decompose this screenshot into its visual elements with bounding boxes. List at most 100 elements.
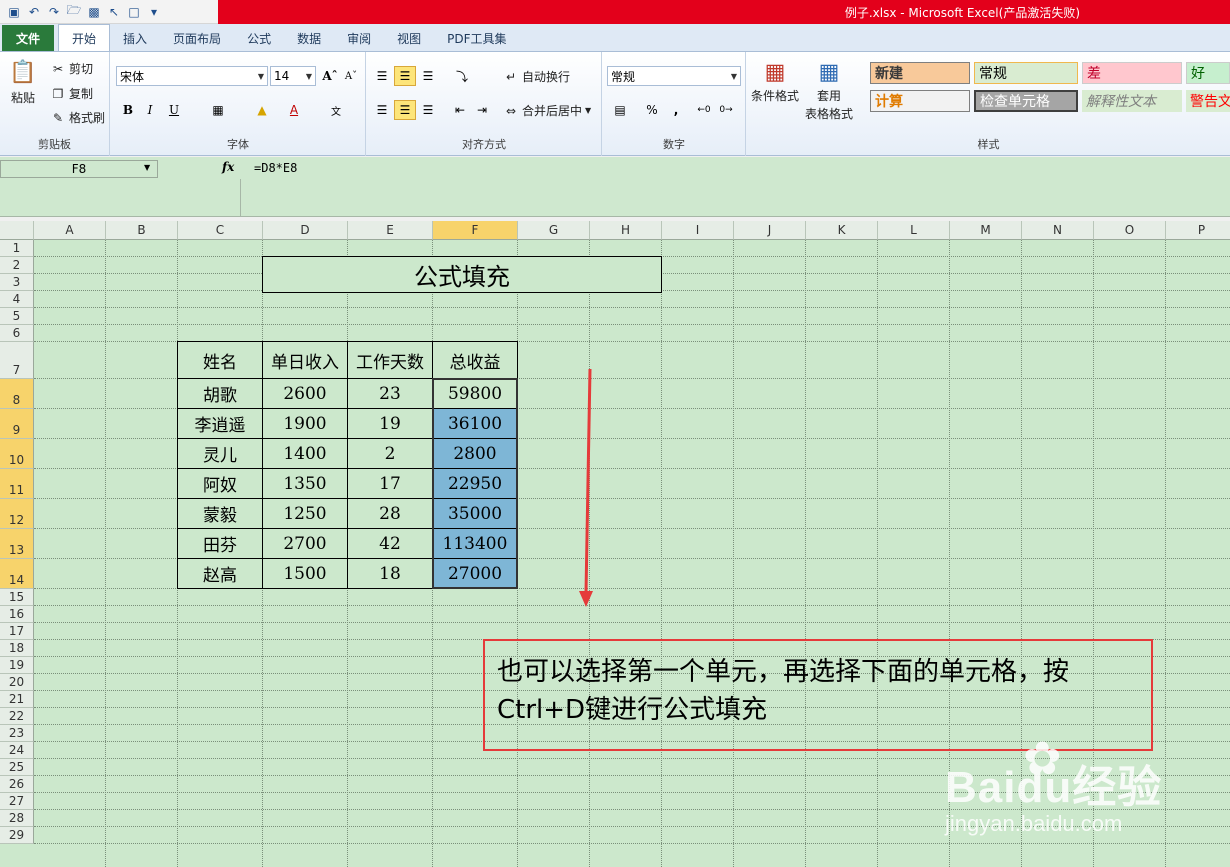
decrease-indent-icon[interactable]: ⇤ [449, 100, 471, 120]
column-header-p[interactable]: P [1166, 221, 1230, 240]
row-header-13[interactable]: 13 [0, 529, 34, 559]
tab-page-layout[interactable]: 页面布局 [160, 25, 234, 51]
table-cell[interactable]: 蒙毅 [177, 498, 263, 529]
fill-color-icon[interactable]: ▲ [251, 100, 273, 120]
decrease-decimal-icon[interactable]: 0→ [715, 100, 737, 120]
merge-center-button[interactable]: ⇔ 合并后居中 ▼ [503, 102, 591, 119]
table-cell[interactable]: 2700 [262, 528, 348, 559]
increase-font-icon[interactable]: Aˆ [319, 66, 341, 86]
table-cell[interactable]: 1400 [262, 438, 348, 469]
font-name-dropdown[interactable]: 宋体 ▼ [116, 66, 268, 86]
row-header-10[interactable]: 10 [0, 439, 34, 469]
style-new[interactable]: 新建 [870, 62, 970, 84]
column-header-h[interactable]: H [590, 221, 662, 240]
decrease-font-icon[interactable]: Aˇ [340, 66, 362, 86]
style-bad[interactable]: 差 [1082, 62, 1182, 84]
row-header-2[interactable]: 2 [0, 257, 34, 274]
table-header-cell[interactable]: 单日收入 [262, 341, 348, 379]
row-header-5[interactable]: 5 [0, 308, 34, 325]
row-header-29[interactable]: 29 [0, 827, 34, 844]
table-cell[interactable]: 胡歌 [177, 378, 263, 409]
align-center-icon[interactable]: ☰ [394, 100, 416, 120]
wrap-text-button[interactable]: ↵ 自动换行 [503, 68, 570, 85]
column-header-i[interactable]: I [662, 221, 734, 240]
cut-button[interactable]: ✂ 剪切 [50, 60, 93, 77]
row-header-24[interactable]: 24 [0, 742, 34, 759]
column-header-d[interactable]: D [263, 221, 348, 240]
table-cell[interactable]: 19 [347, 408, 433, 439]
number-format-dropdown[interactable]: 常规 ▼ [607, 66, 741, 86]
align-bottom-icon[interactable]: ☰ [417, 66, 439, 86]
row-header-7[interactable]: 7 [0, 342, 34, 379]
percent-button[interactable]: % [641, 100, 663, 120]
column-header-g[interactable]: G [518, 221, 590, 240]
row-header-8[interactable]: 8 [0, 379, 34, 409]
table-cell[interactable]: 李逍遥 [177, 408, 263, 439]
select-all-corner[interactable] [0, 221, 34, 240]
worksheet[interactable]: A B C D E F G H I J K L M N O P 1 2 3 4 5 6 7 8 9 10 11 12 13 14 15 16 1… [0, 221, 1230, 867]
comma-button[interactable]: , [665, 100, 687, 120]
chart-icon[interactable]: ▩ [86, 4, 102, 20]
table-cell[interactable]: 17 [347, 468, 433, 499]
title-merged-cell[interactable]: 公式填充 [262, 256, 662, 293]
tab-data[interactable]: 数据 [284, 25, 334, 51]
paste-button[interactable]: 📋 粘贴 [9, 58, 36, 106]
italic-button[interactable]: I [139, 100, 161, 120]
save-icon[interactable]: ▣ [6, 4, 22, 20]
orientation-icon[interactable]: ⤵ [451, 66, 473, 86]
column-header-m[interactable]: M [950, 221, 1022, 240]
column-header-n[interactable]: N [1022, 221, 1094, 240]
column-header-c[interactable]: C [178, 221, 263, 240]
phonetic-icon[interactable]: 文 [325, 100, 347, 120]
table-header-cell[interactable]: 工作天数 [347, 341, 433, 379]
insert-function-icon[interactable]: fx [222, 160, 234, 174]
row-header-25[interactable]: 25 [0, 759, 34, 776]
row-header-1[interactable]: 1 [0, 240, 34, 257]
table-cell[interactable]: 1500 [262, 558, 348, 589]
style-explanatory[interactable]: 解释性文本 [1082, 90, 1182, 112]
new-document-icon[interactable]: □ [126, 4, 142, 20]
table-cell[interactable]: 1350 [262, 468, 348, 499]
name-box[interactable]: F8 [0, 160, 158, 178]
table-cell[interactable]: 阿奴 [177, 468, 263, 499]
row-header-17[interactable]: 17 [0, 623, 34, 640]
table-cell[interactable]: 田芬 [177, 528, 263, 559]
row-header-20[interactable]: 20 [0, 674, 34, 691]
underline-button[interactable]: U [163, 100, 185, 120]
row-header-12[interactable]: 12 [0, 499, 34, 529]
column-header-a[interactable]: A [34, 221, 106, 240]
tab-file[interactable]: 文件 [2, 25, 55, 51]
tab-home[interactable]: 开始 [58, 24, 111, 51]
align-right-icon[interactable]: ☰ [417, 100, 439, 120]
tab-review[interactable]: 审阅 [334, 25, 384, 51]
align-middle-icon[interactable]: ☰ [394, 66, 416, 86]
increase-indent-icon[interactable]: ⇥ [471, 100, 493, 120]
column-header-j[interactable]: J [734, 221, 806, 240]
row-header-11[interactable]: 11 [0, 469, 34, 499]
bold-button[interactable]: B [117, 100, 139, 120]
font-size-dropdown[interactable]: 14 ▼ [270, 66, 316, 86]
table-cell[interactable]: 18 [347, 558, 433, 589]
tab-insert[interactable]: 插入 [110, 25, 160, 51]
style-normal[interactable]: 常规 [974, 62, 1078, 84]
conditional-format-button[interactable]: ▦ 条件格式 [751, 58, 799, 104]
increase-decimal-icon[interactable]: ←0 [693, 100, 715, 120]
column-header-o[interactable]: O [1094, 221, 1166, 240]
row-header-23[interactable]: 23 [0, 725, 34, 742]
row-header-27[interactable]: 27 [0, 793, 34, 810]
table-cell[interactable]: 42 [347, 528, 433, 559]
style-good[interactable]: 好 [1186, 62, 1230, 84]
copy-button[interactable]: ❐ 复制 [50, 85, 93, 102]
table-cell[interactable]: 灵儿 [177, 438, 263, 469]
row-header-15[interactable]: 15 [0, 589, 34, 606]
tab-formulas[interactable]: 公式 [234, 25, 284, 51]
row-header-16[interactable]: 16 [0, 606, 34, 623]
row-header-6[interactable]: 6 [0, 325, 34, 342]
table-cell[interactable]: 2 [347, 438, 433, 469]
redo-icon[interactable]: ↷ [46, 4, 62, 20]
table-cell[interactable]: 2600 [262, 378, 348, 409]
row-header-22[interactable]: 22 [0, 708, 34, 725]
style-warning[interactable]: 警告文 [1186, 90, 1230, 112]
chevron-down-icon[interactable]: ▼ [144, 163, 150, 172]
row-header-3[interactable]: 3 [0, 274, 34, 291]
